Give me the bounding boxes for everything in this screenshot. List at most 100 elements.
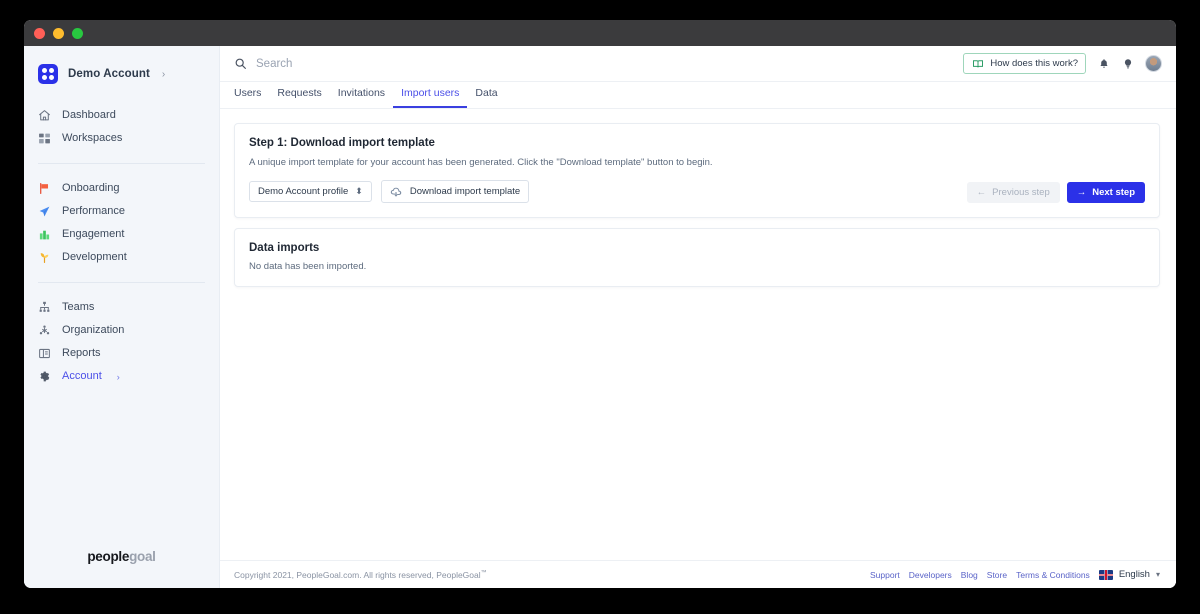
sidebar-item-engagement[interactable]: Engagement xyxy=(24,223,219,246)
copyright-label: Copyright 2021, PeopleGoal.com. All righ… xyxy=(234,569,481,580)
step-navigation: ← Previous step → Next step xyxy=(966,182,1145,204)
sidebar-brand: peoplegoal xyxy=(24,549,219,588)
chevron-down-icon: ▾ xyxy=(1155,570,1160,579)
topbar-actions: How does this work? xyxy=(963,53,1162,74)
sidebar-item-performance[interactable]: Performance xyxy=(24,200,219,223)
step-card-description: A unique import template for your accoun… xyxy=(249,157,713,168)
sidebar-item-label: Performance xyxy=(62,205,125,217)
data-imports-empty-text: No data has been imported. xyxy=(249,261,367,273)
sidebar-item-account[interactable]: Account › xyxy=(24,365,219,388)
peoplegoal-logo: peoplegoal xyxy=(87,549,156,564)
sidebar-group-main: Dashboard Workspaces xyxy=(24,100,219,154)
sidebar-item-label: Engagement xyxy=(62,228,125,240)
step-card-title: Step 1: Download import template xyxy=(249,137,435,149)
footer-link-terms[interactable]: Terms & Conditions xyxy=(1016,570,1090,580)
sidebar-item-label: Organization xyxy=(62,324,125,336)
language-label: English xyxy=(1118,569,1150,580)
cloud-download-icon xyxy=(390,185,403,198)
footer: Copyright 2021, PeopleGoal.com. All righ… xyxy=(220,560,1176,588)
teams-icon xyxy=(38,301,51,314)
grid-logo-icon xyxy=(38,64,58,84)
page-tabs: Users Requests Invitations Import users … xyxy=(220,82,1176,109)
footer-links: Support Developers Blog Store Terms & Co… xyxy=(870,570,1090,580)
sidebar-item-label: Reports xyxy=(62,347,101,359)
chevron-right-icon: › xyxy=(161,68,166,80)
sidebar-item-reports[interactable]: Reports xyxy=(24,342,219,365)
arrow-left-icon: ← xyxy=(976,187,987,199)
sidebar-divider-2 xyxy=(38,282,205,283)
search-input[interactable] xyxy=(256,57,556,70)
account-name: Demo Account xyxy=(68,68,150,80)
brand-bold: people xyxy=(87,549,130,564)
sidebar-item-label: Account xyxy=(62,370,102,382)
next-step-label: Next step xyxy=(1092,187,1135,199)
sidebar-item-label: Development xyxy=(62,251,127,263)
sidebar-item-teams[interactable]: Teams xyxy=(24,296,219,319)
sidebar: Demo Account › Dashboard Workspaces Onbo… xyxy=(24,46,220,588)
search-icon xyxy=(234,57,247,70)
tab-import-users[interactable]: Import users xyxy=(393,87,468,108)
topbar: How does this work? xyxy=(220,46,1176,82)
brand-light: goal xyxy=(129,549,156,564)
tab-users[interactable]: Users xyxy=(234,87,269,108)
sidebar-item-organization[interactable]: Organization xyxy=(24,319,219,342)
how-does-this-work-button[interactable]: How does this work? xyxy=(963,53,1086,74)
footer-right: Support Developers Blog Store Terms & Co… xyxy=(870,569,1160,580)
profile-select[interactable]: Demo Account profile ⬍ xyxy=(249,181,372,203)
language-selector[interactable]: English ▾ xyxy=(1098,569,1160,580)
account-switcher[interactable]: Demo Account › xyxy=(24,46,219,100)
sidebar-item-onboarding[interactable]: Onboarding xyxy=(24,177,219,200)
sidebar-item-dashboard[interactable]: Dashboard xyxy=(24,104,219,127)
bell-icon[interactable] xyxy=(1097,57,1110,70)
book-icon xyxy=(971,57,984,70)
arrow-right-icon: → xyxy=(1076,187,1087,199)
tab-requests[interactable]: Requests xyxy=(269,87,329,108)
previous-step-label: Previous step xyxy=(992,187,1050,199)
sidebar-item-workspaces[interactable]: Workspaces xyxy=(24,127,219,150)
sidebar-group-admin: Teams Organization Reports Account › xyxy=(24,292,219,392)
close-window-button[interactable] xyxy=(34,27,45,39)
sidebar-divider-1 xyxy=(38,163,205,164)
sidebar-item-label: Dashboard xyxy=(62,109,116,121)
profile-select-value: Demo Account profile xyxy=(258,186,349,198)
sidebar-item-label: Onboarding xyxy=(62,182,120,194)
footer-link-store[interactable]: Store xyxy=(987,570,1007,580)
updown-chevron-icon: ⬍ xyxy=(355,186,363,197)
app-body: Demo Account › Dashboard Workspaces Onbo… xyxy=(24,46,1176,588)
chevron-right-icon: › xyxy=(116,371,120,382)
main-area: How does this work? Users Requests Invit… xyxy=(220,46,1176,588)
minimize-window-button[interactable] xyxy=(53,27,64,39)
home-icon xyxy=(38,109,51,122)
window-titlebar xyxy=(24,20,1176,46)
workspaces-icon xyxy=(38,132,51,145)
next-step-button[interactable]: → Next step xyxy=(1066,182,1145,204)
how-does-this-work-label: How does this work? xyxy=(990,58,1078,69)
content-area: Step 1: Download import template A uniqu… xyxy=(220,109,1176,560)
flag-icon xyxy=(38,182,51,195)
organization-icon xyxy=(38,324,51,337)
sprout-icon xyxy=(38,251,51,264)
sidebar-item-development[interactable]: Development xyxy=(24,246,219,269)
data-imports-card: Data imports No data has been imported. xyxy=(234,228,1160,288)
sidebar-item-label: Teams xyxy=(62,301,95,313)
user-avatar[interactable] xyxy=(1145,55,1162,72)
footer-link-blog[interactable]: Blog xyxy=(961,570,978,580)
tab-data[interactable]: Data xyxy=(467,87,505,108)
reports-icon xyxy=(38,347,51,360)
sidebar-nav: Dashboard Workspaces Onboarding Performa… xyxy=(24,100,219,392)
tab-invitations[interactable]: Invitations xyxy=(330,87,393,108)
copyright-text: Copyright 2021, PeopleGoal.com. All righ… xyxy=(234,570,487,580)
lightbulb-icon[interactable] xyxy=(1121,57,1134,70)
step-card: Step 1: Download import template A uniqu… xyxy=(234,123,1160,219)
previous-step-button[interactable]: ← Previous step xyxy=(966,182,1060,204)
footer-link-support[interactable]: Support xyxy=(870,570,900,580)
plant-icon xyxy=(38,228,51,241)
app-window: Demo Account › Dashboard Workspaces Onbo… xyxy=(24,20,1176,588)
footer-link-developers[interactable]: Developers xyxy=(909,570,952,580)
sidebar-item-label: Workspaces xyxy=(62,132,123,144)
zoom-window-button[interactable] xyxy=(72,27,83,39)
download-import-template-button[interactable]: Download import template xyxy=(380,180,530,204)
data-imports-title: Data imports xyxy=(249,242,320,255)
paper-plane-icon xyxy=(38,205,51,218)
search-bar[interactable] xyxy=(234,57,954,70)
